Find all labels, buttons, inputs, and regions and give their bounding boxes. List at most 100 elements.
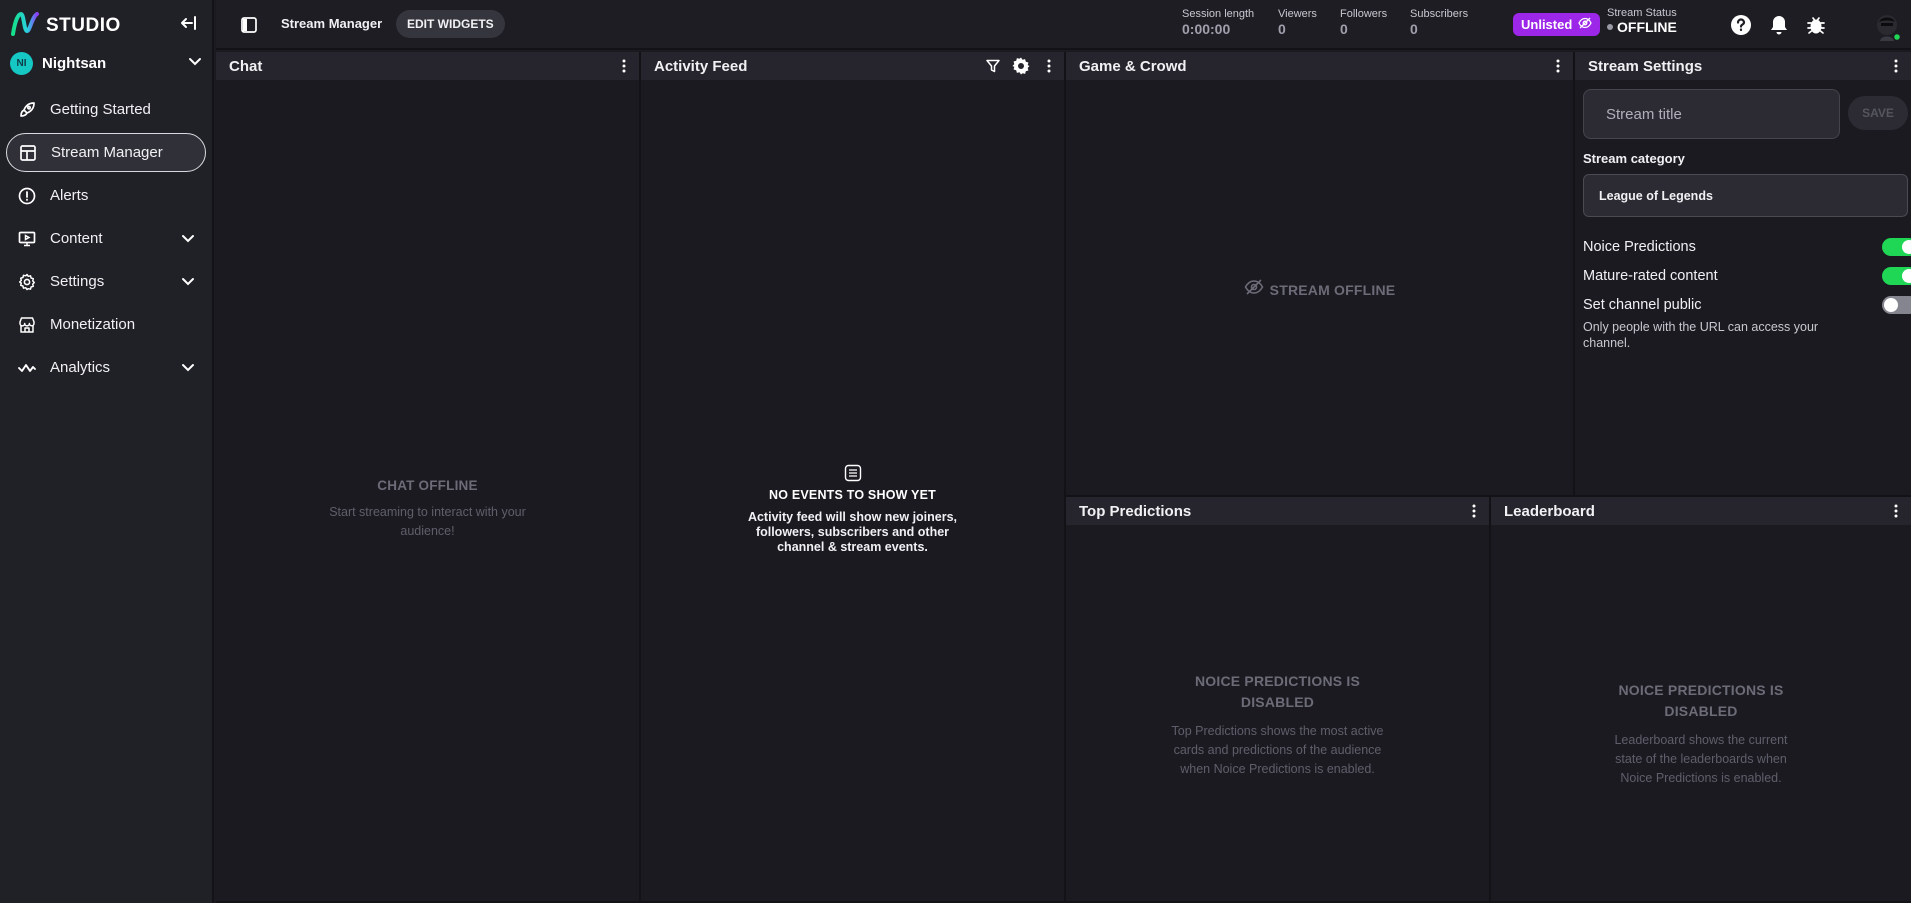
mature-content-toggle[interactable] bbox=[1882, 267, 1911, 285]
bell-icon[interactable] bbox=[1767, 13, 1791, 37]
settings-panel-title: Stream Settings bbox=[1588, 57, 1703, 75]
bug-icon[interactable] bbox=[1804, 13, 1828, 37]
top-predictions-panel: Top Predictions NOICE PREDICTIONS IS DIS… bbox=[1066, 497, 1491, 903]
sidebar: STUDIO NI Nightsan Getting Started Strea… bbox=[0, 0, 214, 903]
channel-avatar: NI bbox=[10, 51, 33, 75]
visibility-label: Unlisted bbox=[1521, 17, 1573, 32]
save-button[interactable]: SAVE bbox=[1848, 96, 1908, 130]
more-vertical-icon[interactable] bbox=[612, 54, 636, 78]
leaderboard-empty-state: NOICE PREDICTIONS IS DISABLED Leaderboar… bbox=[1491, 680, 1911, 788]
more-vertical-icon[interactable] bbox=[1884, 499, 1908, 523]
layout-icon bbox=[17, 142, 39, 164]
predictions-empty-state: NOICE PREDICTIONS IS DISABLED Top Predic… bbox=[1066, 671, 1489, 779]
help-icon[interactable] bbox=[1729, 13, 1753, 37]
more-vertical-icon[interactable] bbox=[1037, 54, 1061, 78]
activity-feed-panel: Activity Feed NO EVENTS TO SHOW YET Acti… bbox=[641, 52, 1066, 903]
channel-public-hint: Only people with the URL can access your… bbox=[1583, 320, 1819, 350]
brand-name: STUDIO bbox=[46, 15, 121, 36]
stream-category-select[interactable]: League of Legends bbox=[1583, 174, 1908, 217]
more-vertical-icon[interactable] bbox=[1884, 54, 1908, 78]
sidebar-item-alerts[interactable]: Alerts bbox=[6, 176, 206, 215]
more-vertical-icon[interactable] bbox=[1546, 54, 1570, 78]
sidebar-item-label: Getting Started bbox=[50, 101, 151, 118]
top-bar: Stream Manager EDIT WIDGETS Session leng… bbox=[216, 0, 1911, 50]
stream-status: Stream Status OFFLINE bbox=[1607, 7, 1677, 35]
toggle-row-channel-public: Set channel public bbox=[1583, 296, 1911, 314]
chevron-down-icon bbox=[178, 358, 198, 378]
toggle-label: Mature-rated content bbox=[1583, 268, 1718, 284]
predictions-empty-title: NOICE PREDICTIONS IS DISABLED bbox=[1194, 673, 1361, 710]
sidebar-item-label: Stream Manager bbox=[51, 144, 163, 161]
stat-label: Subscribers bbox=[1410, 8, 1469, 20]
noice-logo-icon bbox=[10, 11, 40, 42]
toggle-panel-icon[interactable] bbox=[238, 14, 260, 36]
sidebar-nav: Getting Started Stream Manager Alerts Co… bbox=[6, 90, 206, 391]
sidebar-item-content[interactable]: Content bbox=[6, 219, 206, 258]
toggle-row-noice-predictions: Noice Predictions bbox=[1583, 238, 1911, 256]
filter-icon[interactable] bbox=[981, 54, 1005, 78]
sidebar-item-stream-manager[interactable]: Stream Manager bbox=[6, 133, 206, 172]
chat-empty-title: CHAT OFFLINE bbox=[377, 478, 478, 493]
leaderboard-empty-title: NOICE PREDICTIONS IS DISABLED bbox=[1618, 682, 1784, 719]
game-crowd-panel: Game & Crowd STREAM OFFLINE bbox=[1066, 52, 1575, 497]
leaderboard-panel-header: Leaderboard bbox=[1491, 497, 1911, 525]
predictions-panel-title: Top Predictions bbox=[1079, 502, 1192, 520]
gear-icon[interactable] bbox=[1009, 54, 1033, 78]
toggle-row-mature-content: Mature-rated content bbox=[1583, 267, 1911, 285]
activity-panel-header: Activity Feed bbox=[641, 52, 1064, 80]
game-panel-header: Game & Crowd bbox=[1066, 52, 1573, 80]
eye-off-icon bbox=[1578, 17, 1593, 32]
channel-selector[interactable]: NI Nightsan bbox=[10, 50, 202, 76]
noice-predictions-toggle[interactable] bbox=[1882, 238, 1911, 256]
channel-name: Nightsan bbox=[42, 54, 107, 72]
stream-category-label: Stream category bbox=[1583, 151, 1685, 166]
more-vertical-icon[interactable] bbox=[1462, 499, 1486, 523]
chat-panel-header: Chat bbox=[216, 52, 639, 80]
stream-settings-panel: Stream Settings SAVE Stream category Lea… bbox=[1575, 52, 1911, 497]
sidebar-item-monetization[interactable]: Monetization bbox=[6, 305, 206, 344]
stat-value: 0 bbox=[1278, 21, 1286, 37]
brand-logo[interactable]: STUDIO bbox=[10, 11, 121, 42]
chevron-down-icon bbox=[178, 229, 198, 249]
stat-value: 0:00:00 bbox=[1182, 21, 1231, 37]
game-empty-title: STREAM OFFLINE bbox=[1269, 281, 1396, 298]
collapse-sidebar-icon[interactable] bbox=[178, 12, 200, 34]
visibility-badge[interactable]: Unlisted bbox=[1513, 13, 1601, 36]
toggle-knob bbox=[1902, 269, 1911, 283]
user-avatar[interactable] bbox=[1873, 12, 1902, 42]
stream-status-value-row: OFFLINE bbox=[1607, 19, 1677, 35]
list-icon bbox=[739, 464, 966, 482]
toggle-knob bbox=[1884, 298, 1898, 312]
game-empty-state: STREAM OFFLINE bbox=[1066, 279, 1573, 300]
stat-value: 0 bbox=[1410, 21, 1418, 37]
sidebar-item-settings[interactable]: Settings bbox=[6, 262, 206, 301]
leaderboard-empty-desc: Leaderboard shows the current state of t… bbox=[1614, 733, 1788, 785]
activity-empty-title: NO EVENTS TO SHOW YET bbox=[769, 488, 936, 502]
stream-status-value: OFFLINE bbox=[1617, 19, 1677, 35]
toggle-label: Noice Predictions bbox=[1583, 239, 1696, 255]
channel-public-toggle[interactable] bbox=[1882, 296, 1911, 314]
stat-subscribers: Subscribers 0 bbox=[1410, 8, 1468, 37]
stat-label: Session length bbox=[1182, 8, 1255, 20]
sidebar-item-label: Content bbox=[50, 230, 103, 247]
sidebar-item-label: Alerts bbox=[50, 187, 89, 204]
store-icon bbox=[16, 314, 38, 336]
leaderboard-panel-title: Leaderboard bbox=[1504, 502, 1595, 520]
chat-panel: Chat CHAT OFFLINE Start streaming to int… bbox=[216, 52, 641, 903]
eye-off-icon bbox=[1244, 279, 1264, 300]
activity-wave-icon bbox=[16, 357, 38, 379]
edit-widgets-button[interactable]: EDIT WIDGETS bbox=[396, 10, 505, 38]
sidebar-item-label: Settings bbox=[50, 273, 105, 290]
predictions-empty-desc: Top Predictions shows the most active ca… bbox=[1171, 724, 1384, 776]
leaderboard-panel: Leaderboard NOICE PREDICTIONS IS DISABLE… bbox=[1491, 497, 1911, 903]
stat-session-length: Session length 0:00:00 bbox=[1182, 8, 1254, 37]
chevron-down-icon bbox=[178, 272, 198, 292]
stat-label: Viewers bbox=[1278, 8, 1317, 20]
settings-panel-header: Stream Settings bbox=[1575, 52, 1911, 80]
sidebar-item-analytics[interactable]: Analytics bbox=[6, 348, 206, 387]
stream-title-input[interactable] bbox=[1583, 89, 1840, 139]
predictions-panel-header: Top Predictions bbox=[1066, 497, 1489, 525]
chat-empty-state: CHAT OFFLINE Start streaming to interact… bbox=[216, 478, 639, 541]
sidebar-item-getting-started[interactable]: Getting Started bbox=[6, 90, 206, 129]
sidebar-item-label: Monetization bbox=[50, 316, 136, 333]
